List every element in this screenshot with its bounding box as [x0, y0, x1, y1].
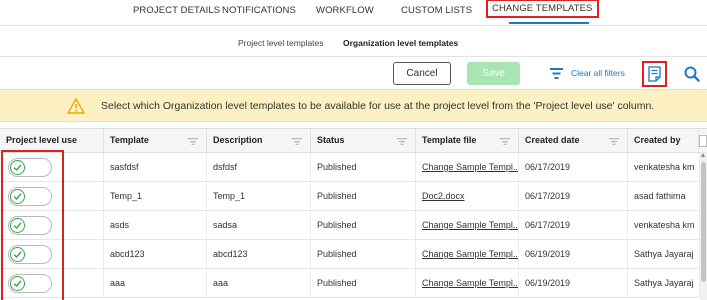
column-header-label: Created by — [634, 135, 681, 145]
status-cell: Published — [311, 182, 416, 211]
check-icon — [13, 251, 22, 259]
project-level-use-cell — [0, 211, 104, 240]
column-header-created-by[interactable]: Created by — [628, 129, 699, 154]
check-icon — [13, 164, 22, 172]
table-row[interactable]: asds sadsa Published Change Sample Templ… — [0, 211, 700, 240]
table-header: Project level use Template Description S… — [0, 128, 707, 154]
description-cell: aaa — [207, 269, 311, 298]
status-cell: Published — [311, 269, 416, 298]
description-cell: abcd123 — [207, 240, 311, 269]
template-file-link[interactable]: Change Sample Templ... — [416, 211, 519, 240]
column-menu-button[interactable] — [699, 135, 707, 147]
filter-icon[interactable] — [550, 68, 563, 79]
warning-icon — [67, 98, 85, 114]
table-row[interactable]: Temp_1 Temp_1 Published Doc2.docx 06/17/… — [0, 182, 700, 211]
project-level-use-toggle[interactable] — [8, 245, 52, 264]
search-icon[interactable] — [684, 66, 700, 82]
column-header-label: Created date — [525, 135, 580, 145]
created-by-cell: venkatesha km — [628, 211, 700, 240]
cancel-button[interactable]: Cancel — [393, 62, 451, 85]
created-date-cell: 06/19/2019 — [519, 269, 628, 298]
top-navigation: PROJECT DETAILS NOTIFICATIONS WORKFLOW C… — [0, 0, 707, 24]
project-level-use-cell — [0, 182, 104, 211]
scrollbar-thumb[interactable] — [701, 162, 706, 282]
template-cell: aaa — [104, 269, 207, 298]
divider — [0, 56, 707, 57]
document-icon — [648, 66, 661, 82]
status-cell: Published — [311, 240, 416, 269]
check-icon — [13, 193, 22, 201]
created-by-cell: asad fathima — [628, 182, 700, 211]
created-date-cell: 06/19/2019 — [519, 240, 628, 269]
subtabs: Project level templates Organization lev… — [0, 38, 707, 52]
template-cell: Temp_1 — [104, 182, 207, 211]
template-file-link[interactable]: Change Sample Templ... — [416, 269, 519, 298]
tab-change-templates[interactable]: CHANGE TEMPLATES — [486, 0, 599, 18]
column-header-template-file[interactable]: Template file — [416, 129, 519, 154]
filter-icon[interactable] — [609, 138, 619, 145]
created-date-cell: 06/17/2019 — [519, 182, 628, 211]
vertical-scrollbar[interactable] — [700, 152, 707, 300]
project-level-use-toggle[interactable] — [8, 187, 52, 206]
column-header-label: Template file — [422, 135, 477, 145]
check-icon — [13, 280, 22, 288]
column-header-label: Project level use — [6, 135, 78, 145]
check-icon — [13, 222, 22, 230]
project-level-use-toggle[interactable] — [8, 158, 52, 177]
project-level-use-cell — [0, 269, 104, 298]
status-cell: Published — [311, 153, 416, 182]
created-date-cell: 06/17/2019 — [519, 211, 628, 240]
project-level-use-cell — [0, 153, 104, 182]
column-header-status[interactable]: Status — [311, 129, 416, 154]
info-banner: Select which Organization level template… — [0, 89, 707, 122]
clear-all-filters-link[interactable]: Clear all filters — [571, 68, 625, 78]
created-by-cell: Sathya Jayaraj — [628, 269, 700, 298]
project-level-use-toggle[interactable] — [8, 216, 52, 235]
status-cell: Published — [311, 211, 416, 240]
column-header-description[interactable]: Description — [207, 129, 311, 154]
template-file-link[interactable]: Doc2.docx — [416, 182, 519, 211]
filter-icon[interactable] — [397, 138, 407, 145]
created-date-cell: 06/17/2019 — [519, 153, 628, 182]
description-cell: dsfdsf — [207, 153, 311, 182]
table-row[interactable]: aaa aaa Published Change Sample Templ...… — [0, 269, 700, 298]
divider — [0, 25, 707, 26]
column-header-label: Template — [110, 135, 149, 145]
filter-icon[interactable] — [292, 138, 302, 145]
template-cell: abcd123 — [104, 240, 207, 269]
tab-project-details[interactable]: PROJECT DETAILS — [133, 5, 220, 16]
template-file-link[interactable]: Change Sample Templ... — [416, 240, 519, 269]
column-header-template[interactable]: Template — [104, 129, 207, 154]
active-tab-indicator — [509, 22, 589, 24]
table-row[interactable]: sasfdsf dsfdsf Published Change Sample T… — [0, 153, 700, 182]
description-cell: sadsa — [207, 211, 311, 240]
column-header-label: Status — [317, 135, 345, 145]
filter-icon[interactable] — [500, 138, 510, 145]
table-row[interactable]: abcd123 abcd123 Published Change Sample … — [0, 240, 700, 269]
subtab-organization-level-templates[interactable]: Organization level templates — [343, 38, 458, 48]
project-level-use-toggle[interactable] — [8, 274, 52, 293]
created-by-cell: Sathya Jayaraj — [628, 240, 700, 269]
banner-message: Select which Organization level template… — [101, 100, 655, 112]
column-header-created-date[interactable]: Created date — [519, 129, 628, 154]
template-cell: sasfdsf — [104, 153, 207, 182]
document-button[interactable] — [642, 61, 667, 87]
subtab-project-level-templates[interactable]: Project level templates — [238, 38, 324, 48]
description-cell: Temp_1 — [207, 182, 311, 211]
column-header-label: Description — [213, 135, 263, 145]
tab-custom-lists[interactable]: CUSTOM LISTS — [401, 5, 472, 16]
save-button[interactable]: Save — [467, 62, 520, 85]
template-cell: asds — [104, 211, 207, 240]
tab-workflow[interactable]: WORKFLOW — [316, 5, 374, 16]
column-header-project-level-use[interactable]: Project level use — [0, 129, 104, 154]
project-level-use-cell — [0, 240, 104, 269]
created-by-cell: venkatesha km — [628, 153, 700, 182]
template-file-link[interactable]: Change Sample Templ... — [416, 153, 519, 182]
scroll-up-arrow-icon[interactable] — [701, 153, 705, 157]
tab-notifications[interactable]: NOTIFICATIONS — [222, 5, 296, 16]
filter-icon[interactable] — [188, 138, 198, 145]
toolbar: Cancel Save Clear all filters — [0, 61, 707, 87]
